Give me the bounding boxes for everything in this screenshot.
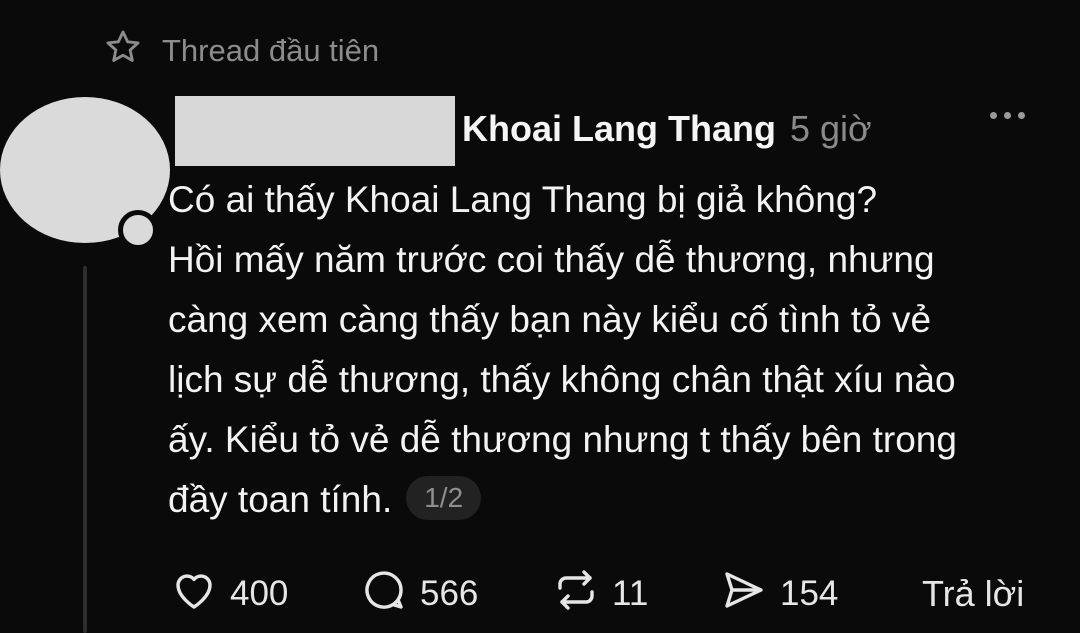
send-icon <box>720 566 768 623</box>
action-bar: 400 566 11 154 Trả lời <box>170 566 1050 622</box>
like-count: 400 <box>230 574 289 613</box>
heart-icon <box>170 566 218 623</box>
post-time: 5 giờ <box>789 108 872 149</box>
username[interactable]: Khoai Lang Thang <box>462 108 776 150</box>
repost-button[interactable]: 11 <box>552 566 648 622</box>
post-header: Khoai Lang Thang 5 giờ <box>462 108 872 150</box>
comment-button[interactable]: 566 <box>360 566 478 622</box>
repost-count: 11 <box>612 574 649 613</box>
post-line: Hồi mấy năm trước coi thấy dễ thương, nh… <box>168 239 935 280</box>
thread-tag: Thread đầu tiên <box>104 28 379 74</box>
thread-line <box>83 266 87 633</box>
post-line: lịch sự dễ thương, thấy không chân thật … <box>168 359 956 400</box>
reply-label: Trả lời <box>922 573 1025 614</box>
comment-icon <box>360 566 408 623</box>
share-count: 154 <box>780 574 839 613</box>
post-line: Có ai thấy Khoai Lang Thang bị giả không… <box>168 179 878 220</box>
page-indicator[interactable]: 1/2 <box>406 476 482 521</box>
comment-count: 566 <box>420 574 479 613</box>
post-body: Có ai thấy Khoai Lang Thang bị giả không… <box>168 170 1068 530</box>
share-button[interactable]: 154 <box>720 566 838 622</box>
more-options-icon[interactable] <box>990 112 1025 119</box>
repost-icon <box>552 566 600 623</box>
post-line: càng xem càng thấy bạn này kiểu cố tình … <box>168 299 932 340</box>
post-line: ấy. Kiểu tỏ vẻ dễ thương nhưng t thấy bê… <box>168 419 957 460</box>
thread-tag-label: Thread đầu tiên <box>162 33 380 68</box>
post-line-last: đầy toan tính. 1/2 <box>168 470 1068 530</box>
avatar-badge <box>118 210 158 250</box>
like-button[interactable]: 400 <box>170 566 288 622</box>
star-icon <box>104 28 142 74</box>
post-line-text: đầy toan tính. <box>168 479 393 520</box>
reply-button[interactable]: Trả lời <box>922 566 1024 622</box>
redacted-area <box>175 96 455 166</box>
